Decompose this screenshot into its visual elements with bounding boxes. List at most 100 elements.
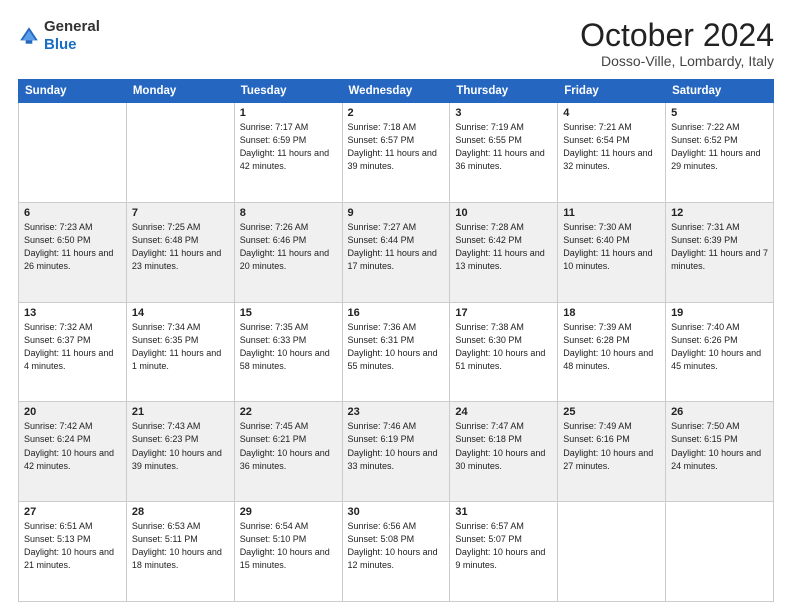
calendar-cell: 22 Sunrise: 7:45 AMSunset: 6:21 PMDayligh… [234, 402, 342, 502]
day-info: Sunrise: 7:27 AMSunset: 6:44 PMDaylight:… [348, 221, 445, 273]
day-number: 26 [671, 406, 768, 418]
day-info: Sunrise: 7:45 AMSunset: 6:21 PMDaylight:… [240, 420, 337, 472]
page: General Blue October 2024 Dosso-Ville, L… [0, 0, 792, 612]
day-info: Sunrise: 7:30 AMSunset: 6:40 PMDaylight:… [563, 221, 660, 273]
calendar-cell: 17 Sunrise: 7:38 AMSunset: 6:30 PMDayligh… [450, 302, 558, 402]
calendar-cell [558, 502, 666, 602]
calendar-cell: 1Sunrise: 7:17 AMSunset: 6:59 PMDaylight… [234, 103, 342, 203]
calendar-cell: 3 Sunrise: 7:19 AMSunset: 6:55 PMDaylight… [450, 103, 558, 203]
day-header: Friday [558, 80, 666, 103]
logo-text: General Blue [44, 18, 100, 54]
calendar-cell: 8 Sunrise: 7:26 AMSunset: 6:46 PMDaylight… [234, 202, 342, 302]
calendar-cell [19, 103, 127, 203]
day-number: 20 [24, 406, 121, 418]
calendar-cell: 31 Sunrise: 6:57 AMSunset: 5:07 PMDayligh… [450, 502, 558, 602]
calendar-cell: 26 Sunrise: 7:50 AMSunset: 6:15 PMDayligh… [666, 402, 774, 502]
day-header: Monday [126, 80, 234, 103]
day-info: Sunrise: 7:34 AMSunset: 6:35 PMDaylight:… [132, 321, 229, 373]
calendar-week-row: 27Sunrise: 6:51 AMSunset: 5:13 PMDayligh… [19, 502, 774, 602]
month-title: October 2024 [580, 18, 774, 53]
day-number: 11 [563, 207, 660, 219]
calendar-cell [666, 502, 774, 602]
header: General Blue October 2024 Dosso-Ville, L… [18, 18, 774, 69]
day-info: Sunrise: 6:57 AMSunset: 5:07 PMDaylight:… [455, 520, 552, 572]
calendar-cell: 16 Sunrise: 7:36 AMSunset: 6:31 PMDayligh… [342, 302, 450, 402]
day-number: 30 [348, 506, 445, 518]
day-header: Tuesday [234, 80, 342, 103]
day-header: Saturday [666, 80, 774, 103]
day-number: 21 [132, 406, 229, 418]
day-number: 9 [348, 207, 445, 219]
day-info: Sunrise: 7:38 AMSunset: 6:30 PMDaylight:… [455, 321, 552, 373]
calendar-cell: 28Sunrise: 6:53 AMSunset: 5:11 PMDayligh… [126, 502, 234, 602]
header-right: October 2024 Dosso-Ville, Lombardy, Ital… [580, 18, 774, 69]
day-info: Sunrise: 7:50 AMSunset: 6:15 PMDaylight:… [671, 420, 768, 472]
day-number: 8 [240, 207, 337, 219]
day-number: 19 [671, 307, 768, 319]
calendar-table: SundayMondayTuesdayWednesdayThursdayFrid… [18, 79, 774, 602]
day-number: 16 [348, 307, 445, 319]
day-number: 24 [455, 406, 552, 418]
day-number: 13 [24, 307, 121, 319]
day-info: Sunrise: 7:18 AMSunset: 6:57 PMDaylight:… [348, 121, 445, 173]
day-info: Sunrise: 7:26 AMSunset: 6:46 PMDaylight:… [240, 221, 337, 273]
day-number: 23 [348, 406, 445, 418]
calendar-cell: 9 Sunrise: 7:27 AMSunset: 6:44 PMDaylight… [342, 202, 450, 302]
day-number: 3 [455, 107, 552, 119]
calendar-week-row: 20 Sunrise: 7:42 AMSunset: 6:24 PMDayligh… [19, 402, 774, 502]
day-number: 25 [563, 406, 660, 418]
day-info: Sunrise: 7:36 AMSunset: 6:31 PMDaylight:… [348, 321, 445, 373]
calendar-cell: 25 Sunrise: 7:49 AMSunset: 6:16 PMDayligh… [558, 402, 666, 502]
day-info: Sunrise: 7:40 AMSunset: 6:26 PMDaylight:… [671, 321, 768, 373]
calendar-cell: 18 Sunrise: 7:39 AMSunset: 6:28 PMDayligh… [558, 302, 666, 402]
day-header: Thursday [450, 80, 558, 103]
day-info: Sunrise: 6:53 AMSunset: 5:11 PMDaylight:… [132, 520, 229, 572]
calendar-cell: 21 Sunrise: 7:43 AMSunset: 6:23 PMDayligh… [126, 402, 234, 502]
calendar-week-row: 13 Sunrise: 7:32 AMSunset: 6:37 PMDayligh… [19, 302, 774, 402]
day-number: 27 [24, 506, 121, 518]
calendar-cell: 12Sunrise: 7:31 AMSunset: 6:39 PMDayligh… [666, 202, 774, 302]
day-number: 22 [240, 406, 337, 418]
calendar-cell [126, 103, 234, 203]
day-header: Wednesday [342, 80, 450, 103]
day-number: 31 [455, 506, 552, 518]
day-info: Sunrise: 7:21 AMSunset: 6:54 PMDaylight:… [563, 121, 660, 173]
calendar-cell: 5 Sunrise: 7:22 AMSunset: 6:52 PMDaylight… [666, 103, 774, 203]
day-number: 4 [563, 107, 660, 119]
day-number: 14 [132, 307, 229, 319]
calendar-cell: 7Sunrise: 7:25 AMSunset: 6:48 PMDaylight… [126, 202, 234, 302]
calendar-cell: 15Sunrise: 7:35 AMSunset: 6:33 PMDayligh… [234, 302, 342, 402]
calendar-cell: 30Sunrise: 6:56 AMSunset: 5:08 PMDayligh… [342, 502, 450, 602]
day-info: Sunrise: 7:19 AMSunset: 6:55 PMDaylight:… [455, 121, 552, 173]
calendar-cell: 27Sunrise: 6:51 AMSunset: 5:13 PMDayligh… [19, 502, 127, 602]
day-info: Sunrise: 7:46 AMSunset: 6:19 PMDaylight:… [348, 420, 445, 472]
day-number: 6 [24, 207, 121, 219]
calendar-cell: 29Sunrise: 6:54 AMSunset: 5:10 PMDayligh… [234, 502, 342, 602]
day-info: Sunrise: 7:43 AMSunset: 6:23 PMDaylight:… [132, 420, 229, 472]
day-info: Sunrise: 7:47 AMSunset: 6:18 PMDaylight:… [455, 420, 552, 472]
day-info: Sunrise: 7:22 AMSunset: 6:52 PMDaylight:… [671, 121, 768, 173]
calendar-cell: 23 Sunrise: 7:46 AMSunset: 6:19 PMDayligh… [342, 402, 450, 502]
day-info: Sunrise: 7:42 AMSunset: 6:24 PMDaylight:… [24, 420, 121, 472]
day-number: 10 [455, 207, 552, 219]
day-number: 5 [671, 107, 768, 119]
calendar-week-row: 1Sunrise: 7:17 AMSunset: 6:59 PMDaylight… [19, 103, 774, 203]
day-info: Sunrise: 7:35 AMSunset: 6:33 PMDaylight:… [240, 321, 337, 373]
calendar-cell: 6Sunrise: 7:23 AMSunset: 6:50 PMDaylight… [19, 202, 127, 302]
day-info: Sunrise: 7:39 AMSunset: 6:28 PMDaylight:… [563, 321, 660, 373]
day-number: 2 [348, 107, 445, 119]
day-info: Sunrise: 7:32 AMSunset: 6:37 PMDaylight:… [24, 321, 121, 373]
day-info: Sunrise: 7:28 AMSunset: 6:42 PMDaylight:… [455, 221, 552, 273]
day-info: Sunrise: 7:49 AMSunset: 6:16 PMDaylight:… [563, 420, 660, 472]
day-info: Sunrise: 7:25 AMSunset: 6:48 PMDaylight:… [132, 221, 229, 273]
logo: General Blue [18, 18, 100, 54]
calendar-cell: 13 Sunrise: 7:32 AMSunset: 6:37 PMDayligh… [19, 302, 127, 402]
day-number: 17 [455, 307, 552, 319]
location: Dosso-Ville, Lombardy, Italy [580, 53, 774, 69]
day-info: Sunrise: 7:17 AMSunset: 6:59 PMDaylight:… [240, 121, 337, 173]
calendar-cell: 24 Sunrise: 7:47 AMSunset: 6:18 PMDayligh… [450, 402, 558, 502]
day-number: 18 [563, 307, 660, 319]
calendar-week-row: 6Sunrise: 7:23 AMSunset: 6:50 PMDaylight… [19, 202, 774, 302]
calendar-cell: 19 Sunrise: 7:40 AMSunset: 6:26 PMDayligh… [666, 302, 774, 402]
logo-icon [18, 25, 40, 47]
